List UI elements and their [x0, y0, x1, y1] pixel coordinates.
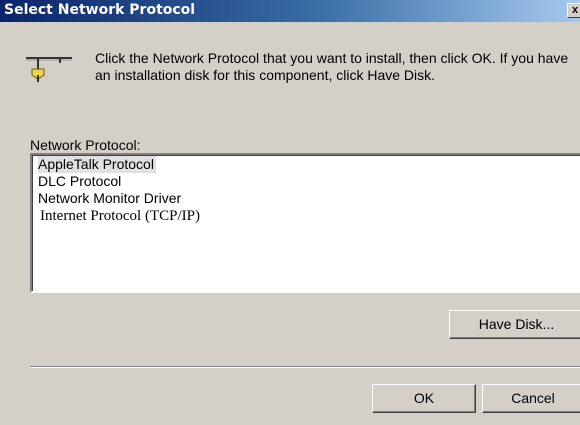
- have-disk-label: Have Disk...: [478, 316, 555, 332]
- protocol-listbox[interactable]: AppleTalk Protocol DLC Protocol Network …: [30, 153, 580, 293]
- close-icon: x: [571, 4, 579, 16]
- close-button[interactable]: x: [567, 3, 580, 18]
- network-protocol-icon: [26, 57, 72, 82]
- title-bar[interactable]: Select Network Protocol x: [0, 0, 580, 22]
- ok-label: OK: [413, 390, 435, 406]
- have-disk-button[interactable]: Have Disk...: [449, 310, 580, 339]
- dialog-title: Select Network Protocol: [4, 2, 196, 18]
- network-protocol-label: Network Protocol:: [30, 137, 141, 153]
- ok-button[interactable]: OK: [372, 384, 476, 413]
- cancel-label: Cancel: [511, 390, 555, 406]
- list-item-appletalk[interactable]: AppleTalk Protocol: [38, 156, 156, 173]
- list-item-dlc[interactable]: DLC Protocol: [38, 173, 121, 190]
- list-item-network-monitor-driver[interactable]: Network Monitor Driver: [38, 190, 181, 207]
- list-item-tcp-ip[interactable]: Internet Protocol (TCP/IP): [40, 208, 200, 225]
- select-network-protocol-dialog: Select Network Protocol x Click the Netw…: [0, 0, 580, 425]
- cancel-button[interactable]: Cancel: [482, 384, 580, 413]
- instruction-text: Click the Network Protocol that you want…: [95, 50, 569, 83]
- separator: [30, 366, 580, 368]
